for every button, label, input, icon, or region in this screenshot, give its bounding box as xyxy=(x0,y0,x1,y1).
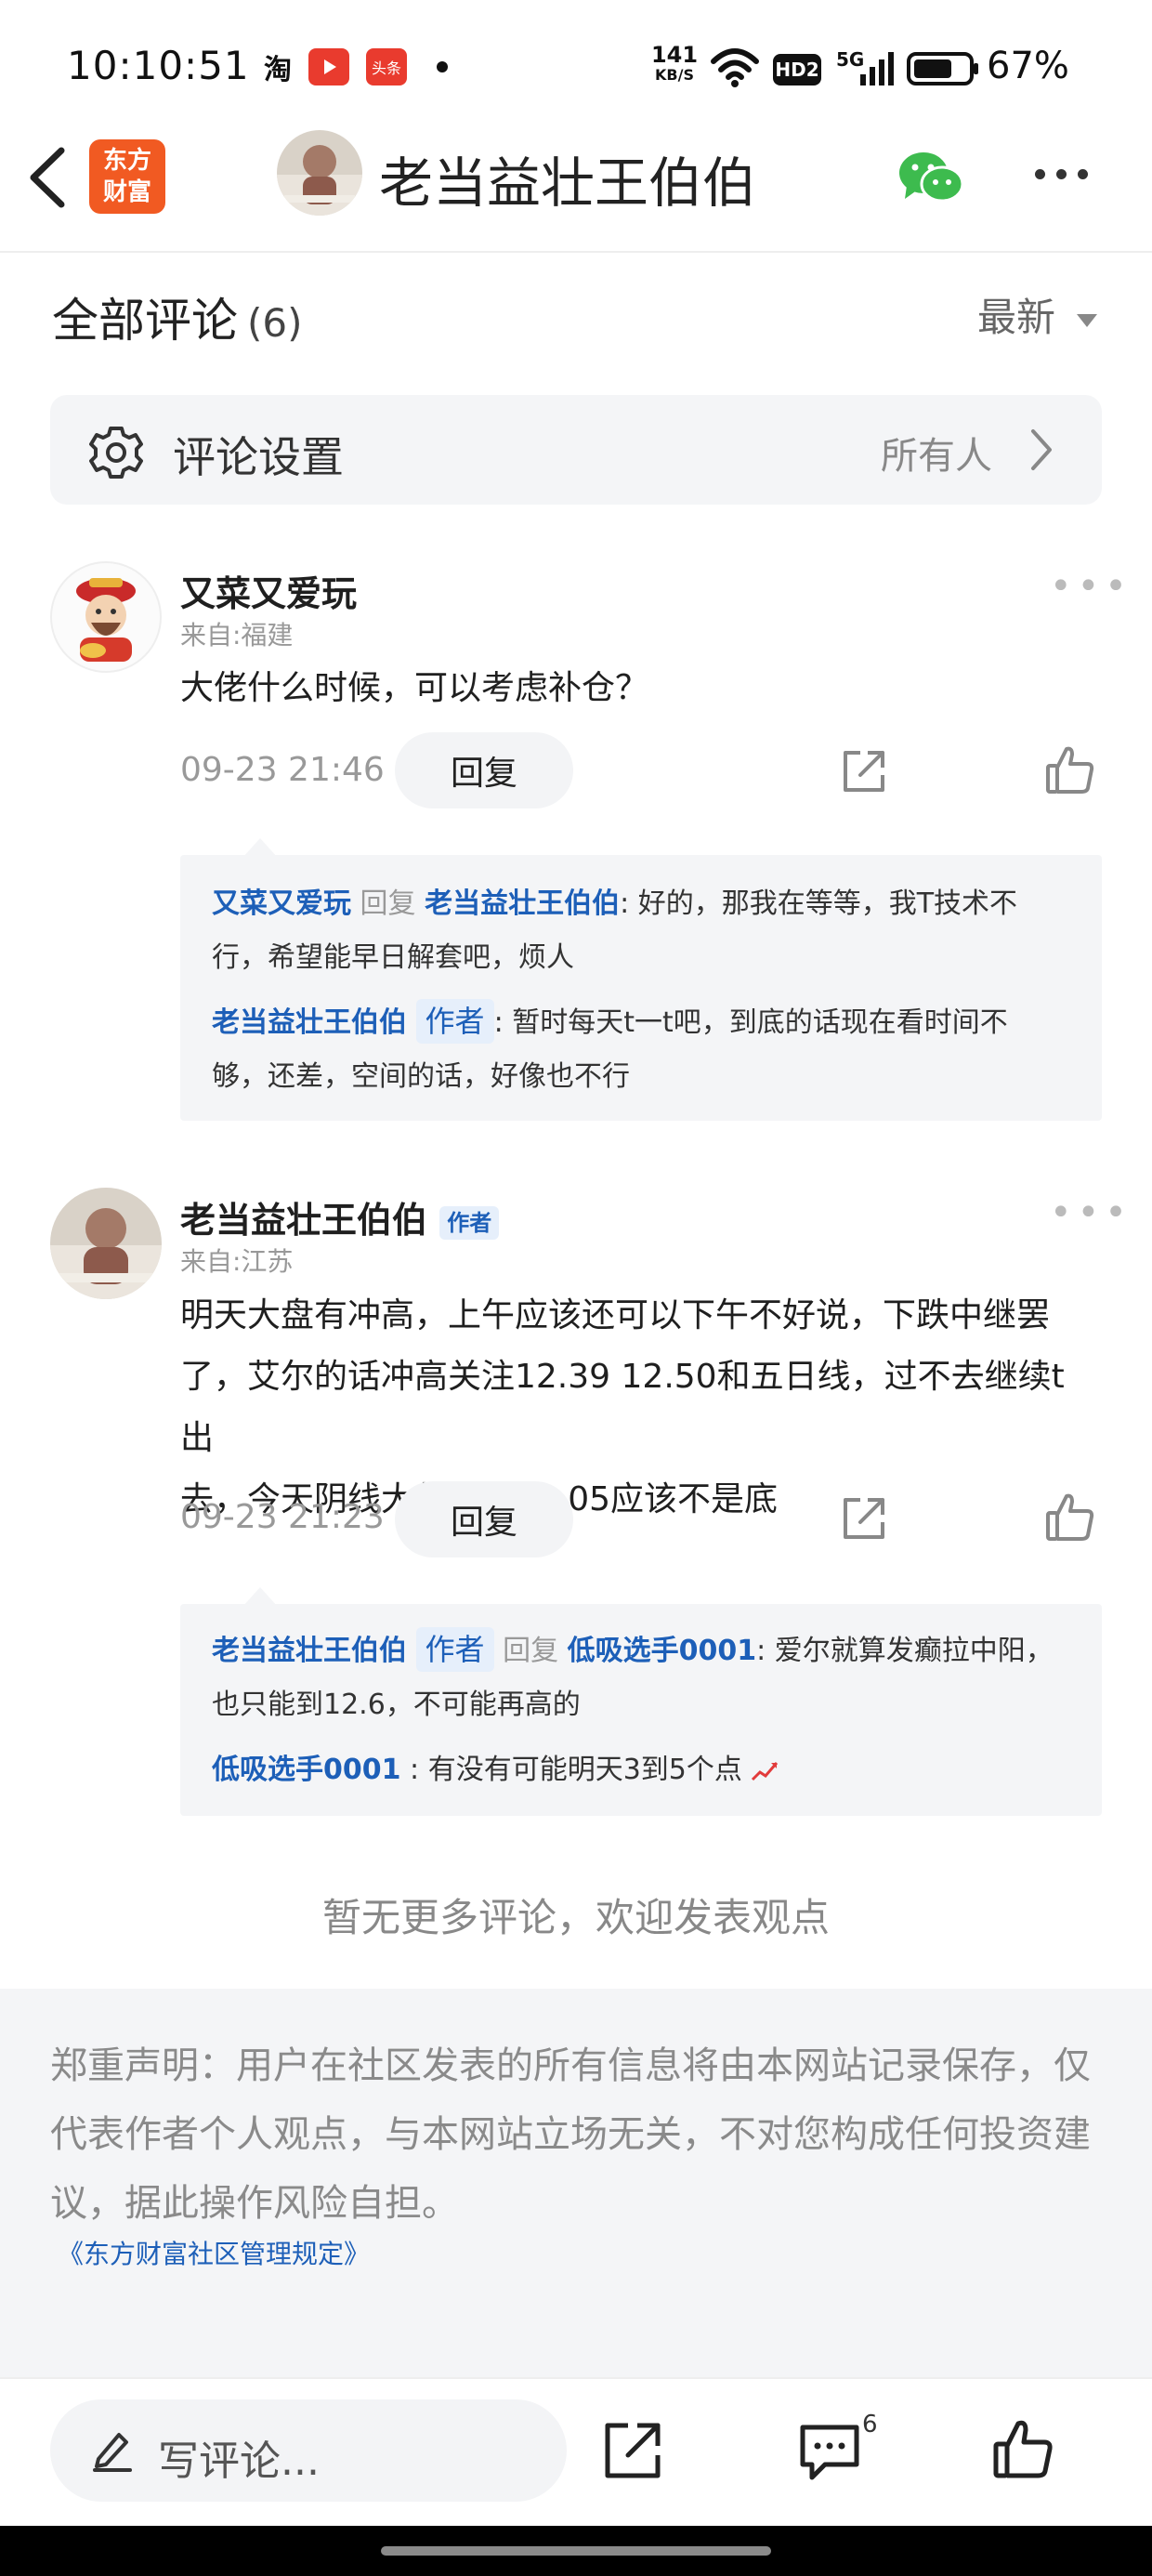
wechat-icon[interactable] xyxy=(897,149,964,206)
gear-icon xyxy=(89,427,143,479)
chevron-right-icon xyxy=(1031,429,1052,470)
sort-dropdown[interactable]: 最新 xyxy=(977,286,1099,343)
avatar[interactable] xyxy=(50,1188,162,1299)
author-badge: 作者 xyxy=(415,999,494,1044)
like-icon[interactable] xyxy=(1044,743,1096,795)
reply-verb: 回复 xyxy=(503,1635,559,1667)
reply-text-cont: 也只能到12.6，不可能再高的 xyxy=(212,1689,581,1721)
taobao-icon: 淘 xyxy=(264,54,292,86)
brand-logo[interactable]: 东方 财富 xyxy=(89,139,165,214)
like-icon[interactable] xyxy=(990,2416,1055,2481)
battery-icon xyxy=(907,52,978,85)
comment-count: (6) xyxy=(247,300,303,346)
reply-target: 低吸选手0001 xyxy=(567,1635,757,1667)
settings-label: 评论设置 xyxy=(173,432,344,482)
comment-time: 09-23 21:23 xyxy=(180,1498,385,1536)
back-icon[interactable] xyxy=(24,145,71,210)
reply-item[interactable]: 老当益壮王伯伯 作者 回复 低吸选手0001: 爱尔就算发癫拉中阳， 也只能到1… xyxy=(212,1624,1076,1732)
reply-button[interactable]: 回复 xyxy=(395,1481,573,1557)
reply-verb: 回复 xyxy=(360,887,416,920)
write-comment-placeholder[interactable]: 写评论... xyxy=(158,2427,320,2487)
signal-icon xyxy=(860,52,894,85)
comment-count-badge: 6 xyxy=(862,2411,878,2438)
comment-more-icon[interactable]: ••• xyxy=(1050,1191,1132,1234)
reply-text-cont: 行，希望能早日解套吧，烦人 xyxy=(212,941,574,974)
net-speed: 141 KB/S xyxy=(650,42,699,84)
share-icon[interactable] xyxy=(840,747,888,795)
clock: 10:10:51 xyxy=(67,43,250,88)
comment-text: 大佬什么时候，可以考虑补仓？ xyxy=(180,669,649,707)
reply-text: : 好的，那我在等等，我T技术不 xyxy=(620,887,1018,920)
reply-pointer xyxy=(243,838,277,857)
status-bar: 10:10:51 淘 头条 141 KB/S HD2 5G 67% xyxy=(0,0,1152,130)
wifi-icon xyxy=(711,48,759,87)
comment-more-icon[interactable]: ••• xyxy=(1050,565,1132,608)
reply-author: 老当益壮王伯伯 xyxy=(212,1635,407,1667)
comment-time: 09-23 21:46 xyxy=(180,751,385,789)
battery-percent: 67% xyxy=(987,45,1069,87)
reply-item[interactable]: 老当益壮王伯伯 作者: 暂时每天t一t吧，到底的话现在看时间不 够，还差，空间的… xyxy=(212,996,1076,1104)
reply-target: 老当益壮王伯伯 xyxy=(425,887,621,920)
community-rules-link[interactable]: 《东方财富社区管理规定》 xyxy=(58,2234,370,2271)
more-icon[interactable] xyxy=(1035,169,1088,179)
comment-username[interactable]: 又菜又爱玩 xyxy=(180,565,357,616)
toutiao-icon: 头条 xyxy=(366,48,407,85)
reply-pointer xyxy=(243,1587,277,1606)
section-title: 全部评论 (6) xyxy=(52,294,303,348)
reply-author: 低吸选手0001 xyxy=(212,1754,401,1786)
comment-location: 来自:福建 xyxy=(180,620,294,651)
reply-item[interactable]: 低吸选手0001 : 有没有可能明天3到5个点 xyxy=(212,1743,1076,1797)
author-badge: 作者 xyxy=(415,1627,494,1672)
share-icon[interactable] xyxy=(602,2420,663,2481)
share-icon[interactable] xyxy=(840,1494,888,1543)
comment-text: 明天大盘有冲高，上午应该还可以下午不好说，下跌中继罢 了，艾尔的话冲高关注12.… xyxy=(180,1296,1065,1518)
settings-value: 所有人 xyxy=(881,435,992,478)
hd-icon: HD2 xyxy=(773,54,821,85)
comment-username[interactable]: 老当益壮王伯伯 作者 xyxy=(180,1191,500,1242)
home-indicator[interactable] xyxy=(381,2546,771,2556)
author-badge: 作者 xyxy=(439,1205,500,1240)
rising-chart-emoji-icon xyxy=(752,1761,779,1781)
notification-dot-icon xyxy=(437,61,448,72)
reply-text: : 有没有可能明天3到5个点 xyxy=(410,1754,742,1786)
comment-icon[interactable] xyxy=(797,2422,862,2483)
author-avatar[interactable] xyxy=(277,130,362,216)
page-title: 老当益壮王伯伯 xyxy=(379,151,757,215)
reply-author: 又菜又爱玩 xyxy=(212,887,351,920)
reply-button[interactable]: 回复 xyxy=(395,732,573,808)
no-more-comments: 暂无更多评论，欢迎发表观点 xyxy=(321,1895,830,1940)
reply-author: 老当益壮王伯伯 xyxy=(212,1006,407,1039)
comment-location: 来自:江苏 xyxy=(180,1246,294,1277)
reply-text: : 爱尔就算发癫拉中阳， xyxy=(756,1635,1054,1667)
like-icon[interactable] xyxy=(1044,1491,1096,1543)
reply-item[interactable]: 又菜又爱玩 回复 老当益壮王伯伯: 好的，那我在等等，我T技术不 行，希望能早日… xyxy=(212,877,1076,985)
avatar[interactable] xyxy=(50,561,162,673)
disclaimer-text: 郑重声明：用户在社区发表的所有信息将由本网站记录保存，仅代表作者个人观点，与本网… xyxy=(50,2044,1091,2225)
pencil-icon xyxy=(93,2433,132,2472)
dropdown-arrow-icon xyxy=(1077,313,1098,327)
reply-text-cont: 够，还差，空间的话，好像也不行 xyxy=(212,1060,630,1093)
reply-text: : 暂时每天t一t吧，到底的话现在看时间不 xyxy=(493,1006,1008,1039)
video-app-icon xyxy=(308,48,349,85)
